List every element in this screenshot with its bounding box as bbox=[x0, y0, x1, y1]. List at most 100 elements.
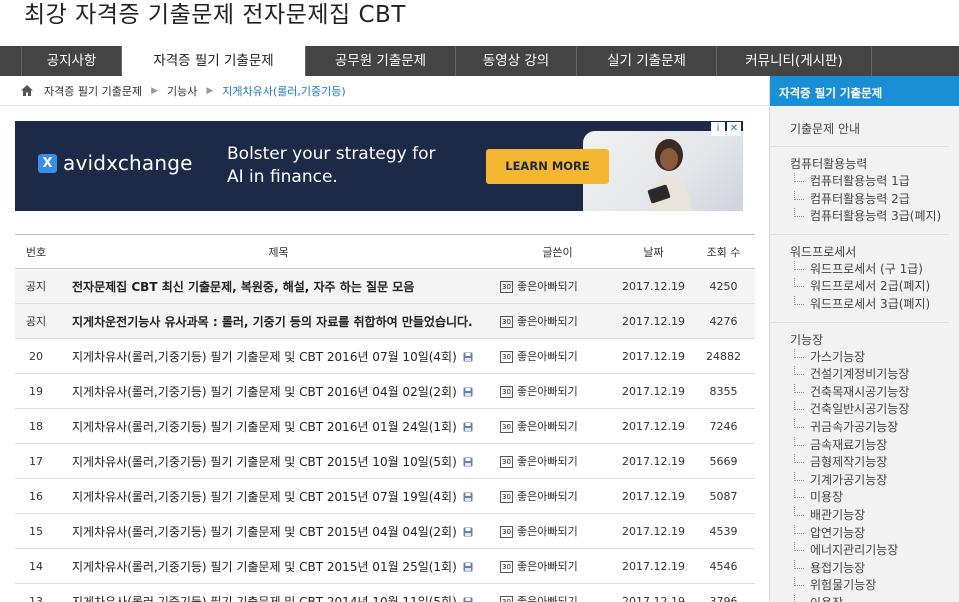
info-icon[interactable]: i bbox=[711, 122, 725, 136]
table-row[interactable]: 16 지게차유사(롤러,기중기등) 필기 기출문제 및 CBT 2015년 07월… bbox=[15, 478, 755, 514]
row-views: 4276 bbox=[692, 303, 755, 339]
row-title-link[interactable]: 지게차운전기능사 유사과목 : 롤러, 기중기 등의 자료를 취합하여 만들었습… bbox=[72, 315, 473, 329]
sidebar-group-title[interactable]: 기능장 bbox=[790, 331, 959, 349]
table-row[interactable]: 공지 지게차운전기능사 유사과목 : 롤러, 기중기 등의 자료를 취합하여 만들… bbox=[15, 303, 755, 339]
sidebar-subitem[interactable]: 미용장 bbox=[790, 489, 959, 507]
sidebar: 자격증 필기 기출문제 기출문제 안내 컴퓨터활용능력 컴퓨터활용능력 1급 컴퓨터… bbox=[769, 76, 959, 602]
table-row[interactable]: 15 지게차유사(롤러,기중기등) 필기 기출문제 및 CBT 2015년 04월… bbox=[15, 513, 755, 549]
sidebar-subitem[interactable]: 컴퓨터활용능력 3급(폐지) bbox=[790, 208, 959, 226]
row-author[interactable]: 좋은아빠되기 bbox=[517, 315, 578, 328]
sidebar-subitem[interactable]: 귀금속가공기능장 bbox=[790, 419, 959, 437]
level-badge-icon: 30 bbox=[500, 281, 513, 293]
table-body: 공지 전자문제집 CBT 최신 기출문제, 복원중, 해설, 자주 하는 질문 모… bbox=[15, 268, 755, 602]
level-badge-icon: 30 bbox=[500, 316, 513, 328]
row-author[interactable]: 좋은아빠되기 bbox=[517, 455, 578, 468]
sidebar-subitem[interactable]: 가스기능장 bbox=[790, 349, 959, 367]
row-title-link[interactable]: 지게차유사(롤러,기중기등) 필기 기출문제 및 CBT 2015년 01월 2… bbox=[72, 560, 457, 574]
sidebar-subitem[interactable]: 용접기능장 bbox=[790, 560, 959, 578]
row-title-link[interactable]: 전자문제집 CBT 최신 기출문제, 복원중, 해설, 자주 하는 질문 모음 bbox=[72, 280, 414, 294]
row-author[interactable]: 좋은아빠되기 bbox=[517, 560, 578, 573]
sidebar-subitem[interactable]: 워드프로세서 2급(폐지) bbox=[790, 278, 959, 296]
row-title-link[interactable]: 지게차유사(롤러,기중기등) 필기 기출문제 및 CBT 2015년 07월 1… bbox=[72, 490, 457, 504]
sidebar-subitem[interactable]: 위험물기능장 bbox=[790, 577, 959, 595]
tab-notice[interactable]: 공지사항 bbox=[22, 46, 122, 76]
row-author[interactable]: 좋은아빠되기 bbox=[517, 385, 578, 398]
sidebar-item-guide[interactable]: 기출문제 안내 bbox=[790, 120, 959, 138]
breadcrumb-item-category[interactable]: 자격증 필기 기출문제 bbox=[44, 83, 142, 99]
table-row[interactable]: 20 지게차유사(롤러,기중기등) 필기 기출문제 및 CBT 2016년 07월… bbox=[15, 338, 755, 374]
ad-choices[interactable]: i ✕ bbox=[711, 122, 741, 136]
table-row[interactable]: 17 지게차유사(롤러,기중기등) 필기 기출문제 및 CBT 2015년 10월… bbox=[15, 443, 755, 479]
advertisement-banner[interactable]: X avidxchange Bolster your strategy for … bbox=[15, 121, 743, 211]
level-badge-icon: 30 bbox=[500, 456, 513, 468]
sidebar-subitem[interactable]: 워드프로세서 (구 1급) bbox=[790, 261, 959, 279]
attachment-disk-icon bbox=[463, 352, 473, 362]
sidebar-subitem[interactable]: 에너지관리기능장 bbox=[790, 542, 959, 560]
sidebar-subitem[interactable]: 컴퓨터활용능력 2급 bbox=[790, 191, 959, 209]
row-author[interactable]: 좋은아빠되기 bbox=[517, 490, 578, 503]
table-row[interactable]: 공지 전자문제집 CBT 최신 기출문제, 복원중, 해설, 자주 하는 질문 모… bbox=[15, 268, 755, 304]
sidebar-subitem[interactable]: 건설기계정비기능장 bbox=[790, 366, 959, 384]
tab-video-lecture[interactable]: 동영상 강의 bbox=[456, 46, 577, 76]
row-views: 4539 bbox=[692, 513, 755, 549]
sidebar-subitem[interactable]: 금속재료기능장 bbox=[790, 437, 959, 455]
tab-practical-exam[interactable]: 실기 기출문제 bbox=[577, 46, 717, 76]
row-author[interactable]: 좋은아빠되기 bbox=[517, 525, 578, 538]
row-author-cell: 30 좋은아빠되기 bbox=[500, 443, 615, 479]
sidebar-group-title[interactable]: 워드프로세서 bbox=[790, 243, 959, 261]
tab-community[interactable]: 커뮤니티(게시판) bbox=[717, 46, 872, 76]
row-author[interactable]: 좋은아빠되기 bbox=[517, 595, 578, 602]
breadcrumb-current[interactable]: 지게차유사(롤러,기중기등) bbox=[222, 83, 345, 99]
sidebar-subitem[interactable]: 건축목재시공기능장 bbox=[790, 384, 959, 402]
row-author[interactable]: 좋은아빠되기 bbox=[517, 420, 578, 433]
table-row[interactable]: 14 지게차유사(롤러,기중기등) 필기 기출문제 및 CBT 2015년 01월… bbox=[15, 548, 755, 584]
row-title-link[interactable]: 지게차유사(롤러,기중기등) 필기 기출문제 및 CBT 2015년 10월 1… bbox=[72, 455, 457, 469]
ad-logo-mark: X bbox=[38, 153, 57, 173]
sidebar-group-title[interactable]: 컴퓨터활용능력 bbox=[790, 155, 959, 173]
sidebar-subitem[interactable]: 이용장 bbox=[790, 595, 959, 602]
sidebar-header[interactable]: 자격증 필기 기출문제 bbox=[770, 76, 959, 106]
sidebar-subitem[interactable]: 금형제작기능장 bbox=[790, 454, 959, 472]
row-title-cell: 지게차운전기능사 유사과목 : 롤러, 기중기 등의 자료를 취합하여 만들었습… bbox=[57, 303, 500, 339]
sidebar-subitem[interactable]: 기계가공기능장 bbox=[790, 472, 959, 490]
sidebar-subitem[interactable]: 배관기능장 bbox=[790, 507, 959, 525]
row-title-link[interactable]: 지게차유사(롤러,기중기등) 필기 기출문제 및 CBT 2014년 10월 1… bbox=[72, 595, 457, 602]
ad-logo: X avidxchange bbox=[38, 151, 193, 175]
attachment-disk-icon bbox=[463, 527, 473, 537]
row-date: 2017.12.19 bbox=[615, 303, 692, 339]
ad-learn-more-button[interactable]: LEARN MORE bbox=[486, 149, 609, 184]
sidebar-subitem[interactable]: 컴퓨터활용능력 1급 bbox=[790, 173, 959, 191]
table-row[interactable]: 19 지게차유사(롤러,기중기등) 필기 기출문제 및 CBT 2016년 04월… bbox=[15, 373, 755, 409]
tab-written-exam[interactable]: 자격증 필기 기출문제 bbox=[122, 46, 306, 76]
sidebar-menu: 기출문제 안내 컴퓨터활용능력 컴퓨터활용능력 1급 컴퓨터활용능력 2급 컴퓨터활용… bbox=[770, 106, 959, 602]
site-title[interactable]: 최강 자격증 기출문제 전자문제집 CBT bbox=[24, 0, 406, 32]
tab-civil-service[interactable]: 공무원 기출문제 bbox=[306, 46, 456, 76]
row-number: 17 bbox=[15, 443, 57, 479]
row-title-link[interactable]: 지게차유사(롤러,기중기등) 필기 기출문제 및 CBT 2016년 01월 2… bbox=[72, 420, 457, 434]
row-title-cell: 지게차유사(롤러,기중기등) 필기 기출문제 및 CBT 2015년 10월 1… bbox=[57, 443, 500, 479]
row-title-link[interactable]: 지게차유사(롤러,기중기등) 필기 기출문제 및 CBT 2016년 07월 1… bbox=[72, 350, 457, 364]
row-author-cell: 30 좋은아빠되기 bbox=[500, 408, 615, 444]
sidebar-subitem[interactable]: 워드프로세서 3급(폐지) bbox=[790, 296, 959, 314]
row-author[interactable]: 좋은아빠되기 bbox=[517, 280, 578, 293]
row-title-link[interactable]: 지게차유사(롤러,기중기등) 필기 기출문제 및 CBT 2015년 04월 0… bbox=[72, 525, 457, 539]
sidebar-subitem[interactable]: 건축일반시공기능장 bbox=[790, 401, 959, 419]
home-icon[interactable] bbox=[20, 84, 34, 97]
column-header-title: 제목 bbox=[57, 234, 500, 269]
sidebar-divider bbox=[770, 321, 949, 323]
row-author[interactable]: 좋은아빠되기 bbox=[517, 350, 578, 363]
table-row[interactable]: 18 지게차유사(롤러,기중기등) 필기 기출문제 및 CBT 2016년 01월… bbox=[15, 408, 755, 444]
row-author-cell: 30 좋은아빠되기 bbox=[500, 548, 615, 584]
ad-headline: Bolster your strategy for AI in finance. bbox=[227, 144, 436, 187]
sidebar-subitem[interactable]: 압연기능장 bbox=[790, 525, 959, 543]
row-author-cell: 30 좋은아빠되기 bbox=[500, 303, 615, 339]
row-title-link[interactable]: 지게차유사(롤러,기중기등) 필기 기출문제 및 CBT 2016년 04월 0… bbox=[72, 385, 457, 399]
table-row[interactable]: 13 지게차유사(롤러,기중기등) 필기 기출문제 및 CBT 2014년 10월… bbox=[15, 583, 755, 602]
column-header-no: 번호 bbox=[15, 234, 57, 269]
breadcrumb-item-level[interactable]: 기능사 bbox=[167, 83, 197, 99]
row-number: 공지 bbox=[15, 268, 57, 304]
top-navigation: 공지사항 자격증 필기 기출문제 공무원 기출문제 동영상 강의 실기 기출문제… bbox=[0, 46, 959, 76]
close-icon[interactable]: ✕ bbox=[727, 122, 741, 136]
row-date: 2017.12.19 bbox=[615, 268, 692, 304]
row-views: 7246 bbox=[692, 408, 755, 444]
